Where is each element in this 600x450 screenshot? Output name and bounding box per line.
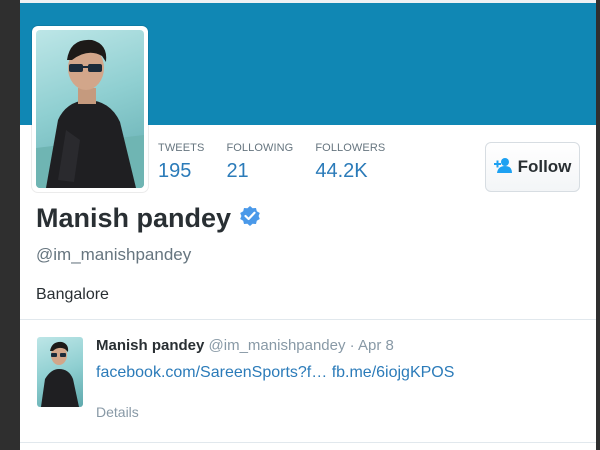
tweet-details-link[interactable]: Details (96, 404, 139, 420)
profile-name[interactable]: Manish pandey (36, 203, 231, 234)
tweet-link-facebook[interactable]: facebook.com/SareenSports?f… (96, 364, 327, 381)
stat-label: TWEETS (158, 142, 205, 154)
tweet-link-fbme[interactable]: fb.me/6iojgKPOS (332, 364, 455, 381)
profile-photo (36, 30, 144, 188)
profile-stats: TWEETS 195 FOLLOWING 21 FOLLOWERS 44.2K (158, 142, 407, 183)
follow-button-label: Follow (517, 157, 572, 176)
tweet-author-name[interactable]: Manish pandey (96, 337, 204, 354)
section-divider (20, 319, 596, 320)
tweet-separator: · (349, 337, 355, 354)
stat-tweets[interactable]: TWEETS 195 (158, 142, 204, 183)
follow-button[interactable]: Follow (485, 142, 580, 192)
tweet-avatar[interactable] (37, 337, 83, 407)
profile-location: Bangalore (36, 286, 109, 303)
tweet-date[interactable]: Apr 8 (358, 337, 394, 354)
banner-top-border (20, 0, 596, 3)
add-user-icon (493, 157, 512, 178)
tweet-divider (20, 442, 596, 443)
profile-name-row: Manish pandey (36, 203, 261, 234)
stat-label: FOLLOWERS (315, 142, 386, 154)
profile-handle[interactable]: @im_manishpandey (36, 245, 191, 265)
stat-following[interactable]: FOLLOWING 21 (226, 142, 293, 183)
stat-value: 21 (226, 160, 249, 182)
tweet-text: facebook.com/SareenSports?f… fb.me/6iojg… (96, 364, 454, 382)
verified-badge-icon (239, 205, 261, 232)
profile-page: TWEETS 195 FOLLOWING 21 FOLLOWERS 44.2K … (20, 0, 596, 450)
stat-label: FOLLOWING (226, 142, 294, 154)
stat-value: 195 (158, 160, 192, 182)
profile-avatar[interactable] (32, 26, 148, 192)
tweet-header: Manish pandey @im_manishpandey · Apr 8 (96, 337, 394, 354)
tweet-author-handle[interactable]: @im_manishpandey (209, 337, 346, 354)
stat-followers[interactable]: FOLLOWERS 44.2K (315, 142, 385, 183)
stat-value: 44.2K (315, 160, 368, 182)
